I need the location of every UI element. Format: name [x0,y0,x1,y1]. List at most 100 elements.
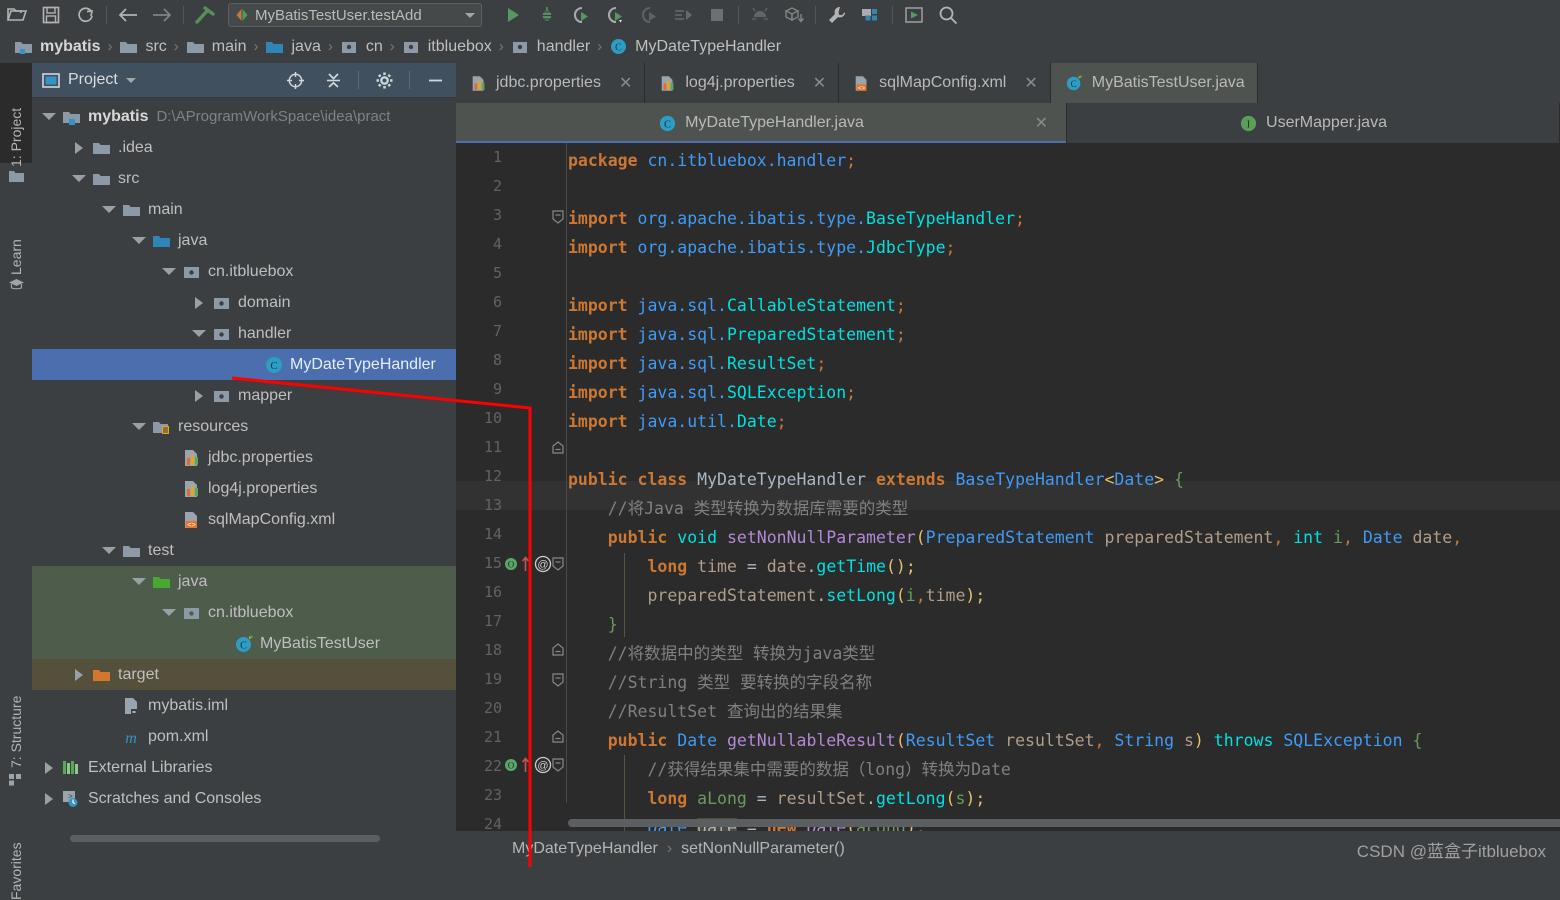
tab-close-icon[interactable]: ✕ [619,73,632,93]
code-line-23[interactable]: long aLong = resultSet.getLong(s); [568,784,985,813]
gutter-override-marker[interactable]: O [504,556,530,572]
chevron-down-icon[interactable] [128,578,150,585]
code-line-6[interactable]: import java.sql.CallableStatement; [568,291,906,320]
sync-icon[interactable] [68,1,102,29]
tree-row-package-cn-itbluebox[interactable]: cn.itbluebox [32,256,456,287]
search-icon[interactable] [931,1,965,29]
sidebar-item-favorites[interactable]: Favorites [0,808,32,900]
hide-minimize-icon[interactable] [420,67,450,93]
tree-row-mapper[interactable]: mapper [32,380,456,411]
android-icon[interactable] [743,1,777,29]
sidebar-item-structure[interactable]: 7: Structure [0,658,32,768]
run-disabled-icon[interactable] [632,1,666,29]
build-hammer-icon[interactable] [188,1,222,29]
chevron-down-icon[interactable] [158,268,180,275]
fold-marker-start-icon[interactable] [551,757,565,777]
chevron-down-icon[interactable] [68,175,90,182]
fold-marker-end-icon[interactable] [551,643,565,663]
tab-jdbc-properties[interactable]: jdbc.properties ✕ [456,63,646,103]
tree-row-package-cn-itbluebox-test[interactable]: cn.itbluebox [32,597,456,628]
forward-arrow-icon[interactable] [145,1,179,29]
chevron-right-icon[interactable] [38,792,60,805]
collapse-all-icon[interactable] [318,67,348,93]
code-line-21[interactable]: public Date getNullableResult(ResultSet … [568,726,1423,755]
tree-row-handler[interactable]: handler [32,318,456,349]
tree-row-log4j-properties[interactable]: log4j.properties [32,473,456,504]
code-line-4[interactable]: import org.apache.ibatis.type.JdbcType; [568,233,955,262]
tree-row-mybatis-iml[interactable]: mybatis.iml [32,690,456,721]
code-line-7[interactable]: import java.sql.PreparedStatement; [568,320,906,349]
tree-row-pom-xml[interactable]: m pom.xml [32,721,456,752]
breadcrumb-item[interactable]: java [265,38,326,56]
editor-horizontal-scrollbar[interactable] [568,819,1560,827]
structure-icon[interactable] [854,1,888,29]
project-tree[interactable]: mybatis D:\AProgramWorkSpace\idea\pract … [32,98,456,846]
breadcrumb-item[interactable]: handler [511,38,596,56]
code-editor[interactable]: 1 2 3 4 5 6 7 8 9 10 11 12 13 14 15 16 1… [456,143,1560,833]
profile-icon[interactable] [598,1,632,29]
run-coverage-icon[interactable] [564,1,598,29]
sync-gradle-icon[interactable] [777,1,811,29]
sidebar-item-learn[interactable]: Learn [0,213,32,275]
tree-row-idea[interactable]: .idea [32,132,456,163]
tab-log4j-properties[interactable]: log4j.properties ✕ [645,63,840,103]
breadcrumb-item[interactable]: cn [340,38,389,56]
tree-row-mydatetypehandler[interactable]: C MyDateTypeHandler [32,349,456,380]
code-line-19[interactable]: //String 类型 要转换的字段名称 [568,668,872,697]
chevron-down-icon[interactable] [188,330,210,337]
chevron-down-icon[interactable] [465,12,475,18]
project-tree-horizontal-scrollbar[interactable] [70,835,380,842]
tab-close-icon[interactable]: ✕ [813,73,826,93]
fold-marker-start-icon[interactable] [551,556,565,576]
code-line-9[interactable]: import java.sql.SQLException; [568,378,856,407]
tree-row-jdbc-properties[interactable]: jdbc.properties [32,442,456,473]
chevron-down-icon[interactable] [125,77,136,83]
tree-row-mybatistestuser[interactable]: C MyBatisTestUser [32,628,456,659]
code-line-17[interactable]: } [568,610,618,639]
tab-mybatistestuser-java[interactable]: C MyBatisTestUser.java [1050,63,1258,103]
breadcrumb-item[interactable]: mybatis [14,38,106,56]
tree-row-src[interactable]: src [32,163,456,194]
code-line-16[interactable]: preparedStatement.setLong(i,time); [568,581,985,610]
tab-usermapper-java[interactable]: I UserMapper.java [1067,103,1560,143]
run-step-icon[interactable] [666,1,700,29]
save-all-icon[interactable] [34,1,68,29]
gutter-annotation-icon[interactable]: @ [534,555,552,577]
run-configuration-selector[interactable]: MyBatisTestUser.testAdd [228,3,482,27]
chevron-right-icon[interactable] [68,668,90,681]
stop-icon[interactable] [700,1,734,29]
breadcrumb-item[interactable]: C MyDateTypeHandler [609,37,787,56]
tree-row-resources[interactable]: resources [32,411,456,442]
settings-gear-icon[interactable] [369,67,399,93]
sidebar-item-project[interactable]: 1: Project [0,71,32,167]
tree-row-mybatis[interactable]: mybatis D:\AProgramWorkSpace\idea\pract [32,101,456,132]
code-line-22[interactable]: //获得结果集中需要的数据（long）转换为Date [568,755,1010,784]
fold-marker-start-icon[interactable] [551,672,565,692]
chevron-down-icon[interactable] [128,423,150,430]
fold-marker-end-icon[interactable] [551,730,565,750]
breadcrumb-item[interactable]: main [186,38,253,56]
debug-icon[interactable] [530,1,564,29]
code-line-10[interactable]: import java.util.Date; [568,407,787,436]
breadcrumb-member[interactable]: setNonNullParameter() [681,840,845,858]
breadcrumb-item[interactable]: src [119,38,172,56]
code-line-20[interactable]: //ResultSet 查询出的结果集 [568,697,843,726]
chevron-down-icon[interactable] [98,206,120,213]
tree-row-domain[interactable]: domain [32,287,456,318]
open-folder-icon[interactable] [0,1,34,29]
fold-marker-end-icon[interactable] [551,441,565,461]
gutter-override-marker[interactable]: O [504,757,530,773]
tree-row-java-main[interactable]: java [32,225,456,256]
tab-sqlmapconfig-xml[interactable]: <> sqlMapConfig.xml ✕ [839,63,1051,103]
tree-row-external-libraries[interactable]: External Libraries [32,752,456,783]
chevron-down-icon[interactable] [158,609,180,616]
chevron-down-icon[interactable] [128,237,150,244]
chevron-down-icon[interactable] [98,547,120,554]
tree-row-sqlmapconfig-xml[interactable]: <> sqlMapConfig.xml [32,504,456,535]
breadcrumb-class[interactable]: MyDateTypeHandler [512,840,658,858]
code-line-15[interactable]: long time = date.getTime(); [568,552,915,581]
tab-mydatetypehandler-java[interactable]: C MyDateTypeHandler.java ✕ [456,103,1067,143]
chevron-right-icon[interactable] [68,141,90,154]
gutter-annotation-icon[interactable]: @ [534,756,552,778]
code-line-18[interactable]: //将数据中的类型 转换为java类型 [568,639,876,668]
